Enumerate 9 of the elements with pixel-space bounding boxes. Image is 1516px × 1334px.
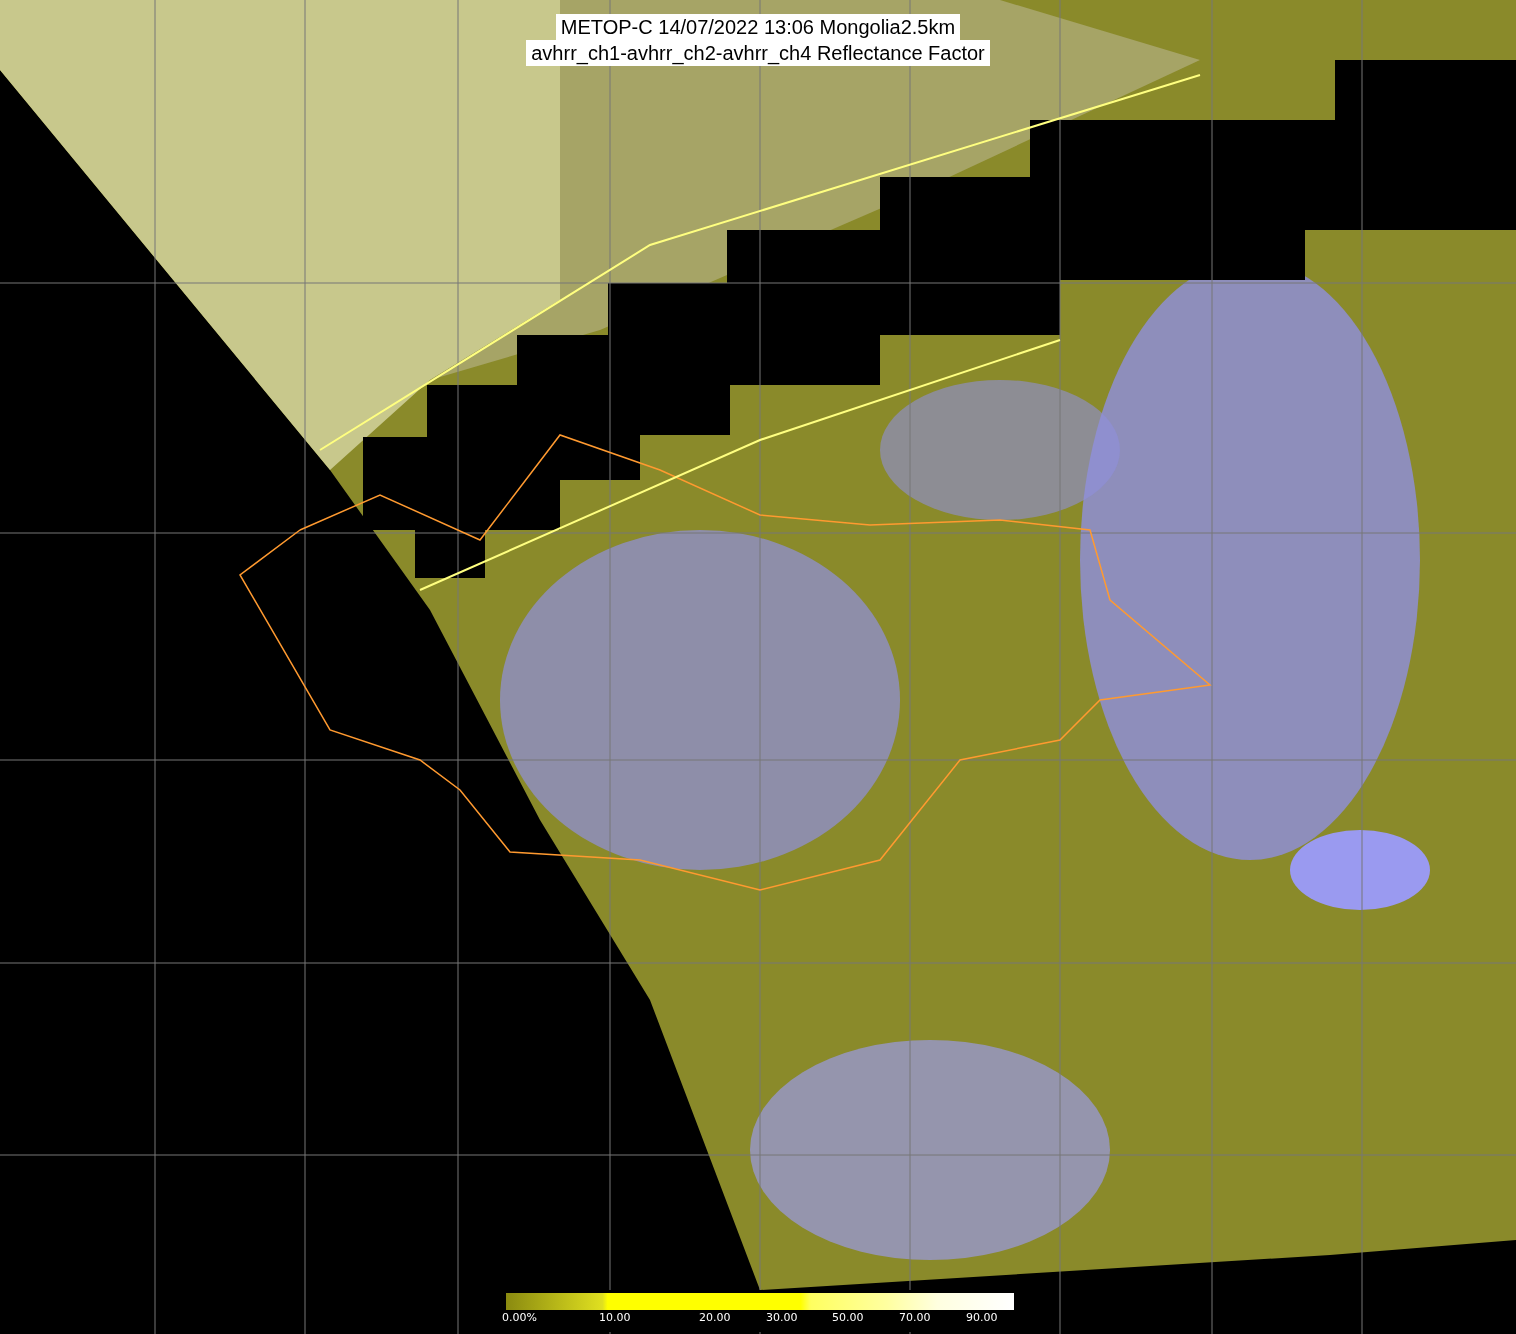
tick-label: 0.00% bbox=[502, 1311, 537, 1324]
image-title: METOP-C 14/07/2022 13:06 Mongolia2.5km bbox=[555, 14, 961, 40]
tick-label: 70.00 bbox=[899, 1311, 931, 1324]
tick-label: 90.00 bbox=[966, 1311, 998, 1324]
tick-label: 10.00 bbox=[599, 1311, 631, 1324]
tick-label: 20.00 bbox=[699, 1311, 731, 1324]
tick-label: 30.00 bbox=[766, 1311, 798, 1324]
image-title: avhrr_ch1-avhrr_ch2-avhrr_ch4 Reflectance Factor bbox=[526, 40, 990, 66]
tick-label: 50.00 bbox=[832, 1311, 864, 1324]
